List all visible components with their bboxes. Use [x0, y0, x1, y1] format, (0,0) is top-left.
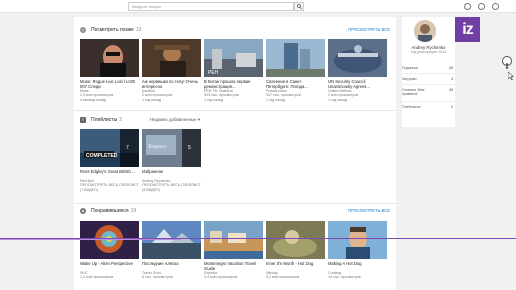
video-title[interactable]: UN Security Council Unanimously Agrees..…	[328, 79, 387, 89]
svg-text:РЕН: РЕН	[208, 70, 219, 76]
video-title[interactable]: Muse: Rogue Live Loin l LIVE 007 Следи	[80, 79, 139, 89]
section-title[interactable]: Посмотреть позже 13	[91, 27, 141, 33]
video-card[interactable]: Inner It's Worth - Hot Dog Nikolay 9,1 м…	[266, 221, 325, 280]
playlist-title[interactable]: Избранное	[142, 169, 201, 179]
view-playlist-link[interactable]: ПРОСМОТРЕТЬ ВЕСЬ ПЛЕЙЛИСТ (5 ВИДЕО)	[142, 183, 201, 192]
video-card[interactable]: Montenegro Vacation Travel Guide Expedia…	[204, 221, 263, 280]
svg-text:7: 7	[126, 145, 129, 151]
sort-dropdown[interactable]: Недавно добавленные ▾	[150, 117, 200, 123]
divider	[402, 73, 455, 74]
avatar[interactable]	[414, 20, 436, 42]
divider	[74, 203, 396, 204]
video-title[interactable]: Аж нервишки по телу! Очень интересно	[142, 79, 201, 89]
video-views: 3,4 млн просмотров	[204, 275, 238, 280]
playlist-icon: ≡	[80, 117, 86, 123]
main-content: ◷ Посмотреть позже 13 ПРОСМОТРЕТЬ ВСЕ Mus…	[74, 17, 396, 290]
video-age: 1 год назад	[204, 97, 223, 102]
video-card[interactable]: Спасение в Санкт-Петербурге: Погода... P…	[266, 39, 325, 102]
video-age: 1 год назад	[142, 97, 161, 102]
video-age: 4 месяца назад	[80, 97, 106, 102]
divider	[402, 101, 455, 102]
search-button[interactable]	[294, 2, 304, 11]
video-age: 1 год назад	[328, 97, 347, 102]
svg-text:Tempora: Tempora	[148, 145, 166, 150]
video-age: 1 год назад	[266, 97, 285, 102]
video-views: 14 тыс. просмотров	[328, 275, 361, 280]
section-title[interactable]: Понравившиеся 19	[91, 208, 136, 214]
video-card[interactable]: Аж нервишки по телу! Очень интересно pos…	[142, 39, 201, 102]
autoscroll-icon[interactable]	[502, 56, 512, 70]
divider	[402, 84, 455, 85]
cursor-icon	[508, 72, 514, 80]
view-all-link[interactable]: ПРОСМОТРЕТЬ ВСЕ	[348, 27, 390, 32]
view-all-link[interactable]: ПРОСМОТРЕТЬ ВСЕ	[348, 208, 390, 213]
video-title[interactable]: В Китае прошла первая демонстрация...	[204, 79, 263, 89]
playlist-title[interactable]: Ross Edgley's Great British ...	[80, 169, 139, 179]
video-views: 9,1 млн просмотров	[266, 275, 300, 280]
video-progress-fill	[0, 239, 181, 240]
svg-text:5: 5	[188, 145, 191, 151]
video-title[interactable]: Спасение в Санкт-Петербурге: Погода...	[266, 79, 325, 89]
video-title[interactable]: Montenegro Vacation Travel Guide	[204, 261, 263, 271]
video-card[interactable]: Making A Hot Dog Cooking 14 тыс. просмот…	[328, 221, 387, 280]
clock-icon: ◷	[80, 27, 86, 33]
thumbs-up-icon: ▲	[80, 208, 86, 214]
playlists-header: ≡ Плейлисты 2 Недавно добавленные ▾	[80, 116, 390, 126]
watch-later-header: ◷ Посмотреть позже 13 ПРОСМОТРЕТЬ ВСЕ	[80, 26, 390, 36]
video-title[interactable]: Making A Hot Dog	[328, 261, 387, 271]
apps-icon[interactable]	[478, 3, 485, 10]
notifications-icon[interactable]	[492, 3, 499, 10]
playlist-card[interactable]: Tempora 5 Избранное Andrey Rychenko ПРОСМ…	[142, 129, 201, 192]
profile-panel: Andrey Rychenko Год регистрации: 2013 По…	[402, 17, 455, 127]
section-title[interactable]: Плейлисты 2	[91, 117, 122, 123]
registration-year: Год регистрации: 2013	[410, 50, 447, 54]
video-card[interactable]: UN Security Council Unanimously Agrees..…	[328, 39, 387, 102]
chevron-down-icon: ▾	[197, 117, 200, 122]
video-card[interactable]: Последние Аляска Travel Guru 8 тыс. прос…	[142, 221, 201, 280]
search-icon	[297, 4, 302, 10]
completed-badge: COMPLETED	[86, 153, 118, 159]
video-card[interactable]: РЕН В Китае прошла первая демонстрация..…	[204, 39, 263, 102]
liked-header: ▲ Понравившиеся 19 ПРОСМОТРЕТЬ ВСЕ	[80, 207, 390, 217]
view-playlist-link[interactable]: ПРОСМОТРЕТЬ ВЕСЬ ПЛЕЙЛИСТ (7 ВИДЕО)	[80, 183, 139, 192]
video-card[interactable]: Wake Up - Alien Perspective SHC 1,2 млн …	[80, 221, 139, 280]
video-title[interactable]: Wake Up - Alien Perspective	[80, 261, 139, 271]
video-title[interactable]: Inner It's Worth - Hot Dog	[266, 261, 325, 271]
video-views: 1,2 млн просмотров	[80, 275, 114, 280]
search-input[interactable]: Введите запрос	[128, 2, 294, 11]
top-bar: Введите запрос	[0, 0, 516, 13]
video-card[interactable]: Muse: Rogue Live Loin l LIVE 007 Следи M…	[80, 39, 139, 102]
playlist-card[interactable]: COMPLETED 7 Ross Edgley's Great British .…	[80, 129, 139, 192]
iz-logo: iz	[455, 17, 480, 42]
video-title[interactable]: Последние Аляска	[142, 261, 201, 271]
video-views: 8 тыс. просмотров	[142, 275, 173, 280]
upload-icon[interactable]	[464, 3, 471, 10]
divider	[74, 110, 396, 111]
